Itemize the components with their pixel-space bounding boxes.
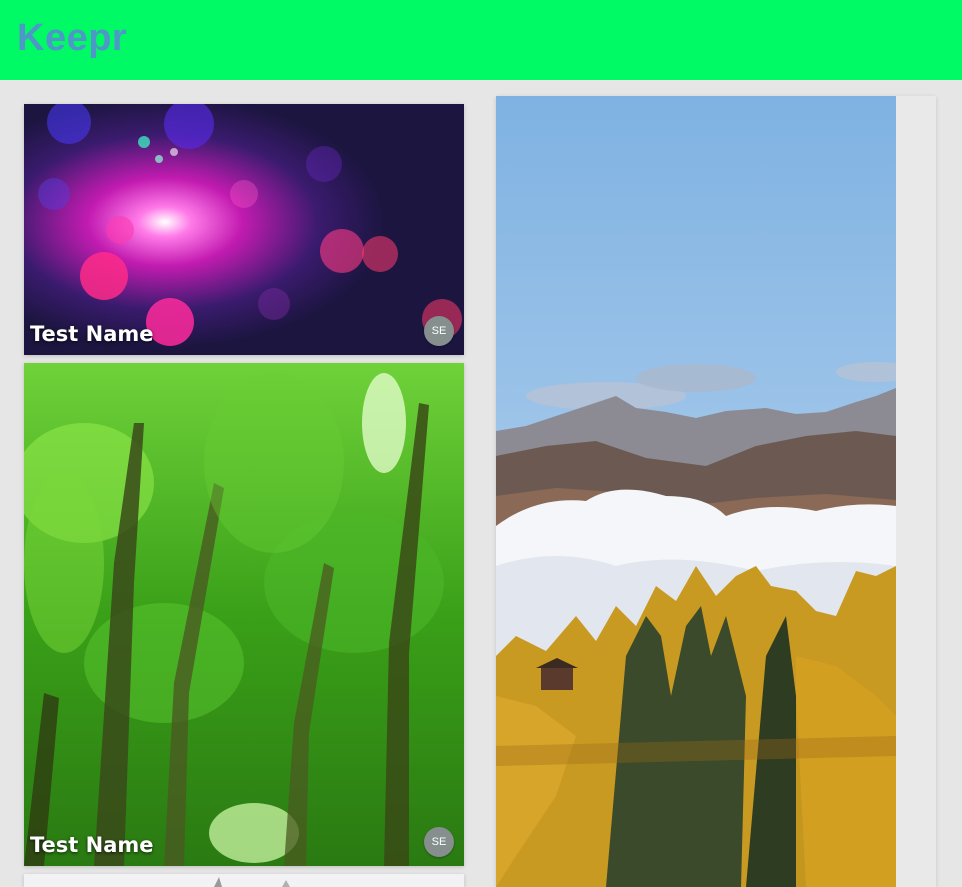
keep-image: [496, 96, 896, 887]
brand-logo[interactable]: Keepr: [17, 14, 127, 62]
keep-image: [24, 874, 464, 887]
navbar: Keepr: [0, 0, 962, 80]
keep-image: [24, 104, 464, 355]
keep-name: Test Name: [30, 322, 154, 346]
keep-card[interactable]: [496, 96, 936, 887]
scrollbar-track[interactable]: [954, 80, 962, 887]
keep-card[interactable]: [24, 874, 464, 887]
keep-card[interactable]: Test Name SE: [24, 363, 464, 866]
keep-image: [24, 363, 464, 866]
keep-card[interactable]: Test Name SE: [24, 104, 464, 355]
creator-avatar[interactable]: SE: [424, 316, 454, 346]
keep-name: Test Name: [30, 833, 154, 857]
creator-avatar[interactable]: SE: [424, 827, 454, 857]
